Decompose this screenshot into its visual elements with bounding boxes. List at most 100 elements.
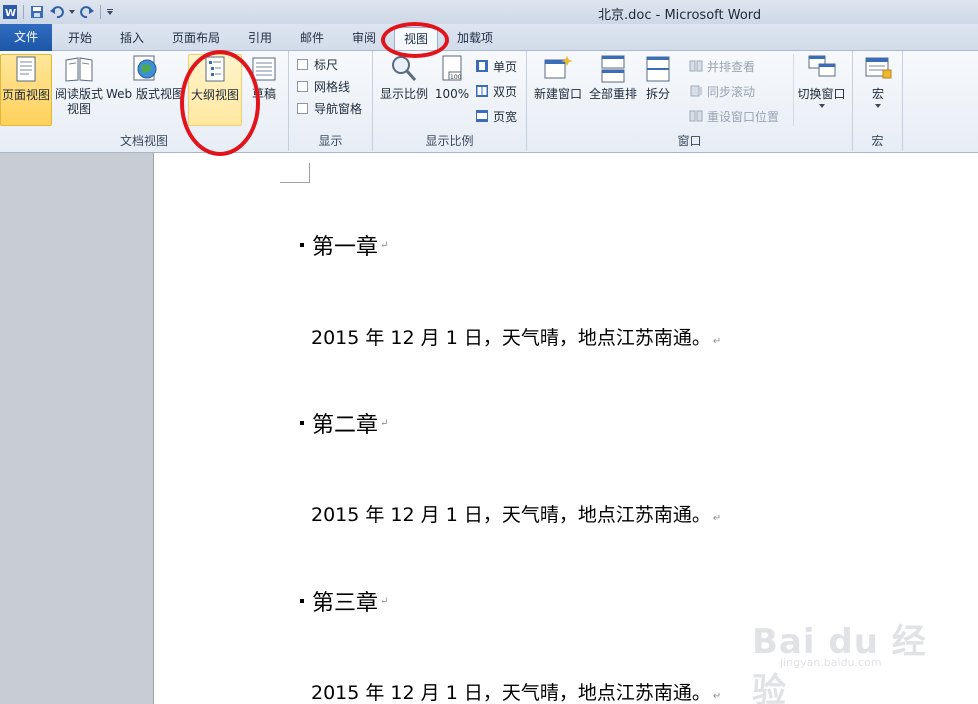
- svg-text:W: W: [5, 8, 16, 19]
- one-page-icon: [476, 60, 488, 72]
- two-pages-button[interactable]: 双页: [475, 82, 517, 100]
- group-macros: 宏 宏: [853, 51, 903, 151]
- zoom-label: 显示比例: [379, 87, 428, 101]
- paragraph-mark: ↵: [712, 691, 722, 702]
- checkbox-box: [297, 102, 308, 114]
- gridlines-label: 网格线: [314, 79, 351, 94]
- new-window-label: 新建窗口: [533, 87, 582, 101]
- redo-icon[interactable]: [77, 2, 97, 22]
- side-by-side-icon: [689, 60, 703, 72]
- tab-page-layout[interactable]: 页面布局: [166, 27, 226, 50]
- customize-qat-icon[interactable]: [104, 2, 116, 22]
- paragraph-mark: ↵: [380, 239, 389, 251]
- reset-position-icon: [689, 110, 703, 122]
- sync-scroll-label: 同步滚动: [707, 84, 756, 99]
- ruler-checkbox[interactable]: 标尺: [297, 55, 338, 73]
- group-label-show: 显示: [318, 134, 343, 148]
- ribbon-tabs: 文件 开始 插入 页面布局 引用 邮件 审阅 视图 加载项: [0, 24, 978, 51]
- heading-text: 第二章: [312, 413, 379, 438]
- qat-separator: [23, 5, 24, 19]
- switch-windows-button[interactable]: 切换窗口: [793, 54, 849, 126]
- tab-file[interactable]: 文件: [0, 24, 52, 51]
- page-width-icon: [476, 110, 488, 122]
- side-by-side-button[interactable]: 并排查看: [689, 57, 755, 75]
- paragraph-3[interactable]: 2015 年 12 月 1 日，天气晴，地点江苏南通。 ↵: [311, 678, 721, 704]
- chevron-down-icon: [818, 104, 825, 108]
- split-label: 拆分: [645, 87, 670, 101]
- switch-windows-icon: [808, 55, 835, 77]
- print-layout-label: 页面视图: [1, 88, 50, 102]
- paragraph-mark: ↵: [380, 417, 389, 429]
- page-width-button[interactable]: 页宽: [475, 107, 517, 125]
- paragraph-text: 2015 年 12 月 1 日，天气晴，地点江苏南通。: [311, 504, 711, 526]
- reading-view-icon: [65, 57, 93, 82]
- tab-mailings[interactable]: 邮件: [292, 27, 332, 50]
- paragraph-2[interactable]: 2015 年 12 月 1 日，天气晴，地点江苏南通。 ↵: [311, 500, 721, 527]
- tab-references[interactable]: 引用: [240, 27, 280, 50]
- margin-crop-mark: [280, 163, 310, 183]
- full-screen-reading-button[interactable]: 阅读版式视图: [54, 54, 104, 126]
- one-page-label: 单页: [493, 59, 518, 74]
- paragraph-text: 2015 年 12 月 1 日，天气晴，地点江苏南通。: [311, 682, 711, 704]
- paragraph-mark: ↵: [712, 513, 722, 524]
- web-layout-button[interactable]: Web 版式视图: [106, 54, 184, 126]
- arrange-all-button[interactable]: 全部重排: [587, 54, 639, 126]
- checkbox-box: [297, 58, 308, 70]
- baidu-watermark: Bai du 经验 jingyan.baidu.com: [752, 612, 942, 704]
- zoom-button[interactable]: 显示比例: [377, 54, 431, 126]
- zoom-100-button[interactable]: 100 100%: [433, 54, 471, 126]
- one-page-button[interactable]: 单页: [475, 57, 517, 75]
- svg-text:100: 100: [450, 74, 462, 81]
- heading-1[interactable]: 第一章 ↵: [300, 229, 388, 261]
- watermark-url: jingyan.baidu.com: [780, 656, 882, 669]
- gridlines-checkbox[interactable]: 网格线: [297, 77, 350, 95]
- outline-bullet: [300, 243, 304, 247]
- group-label-window: 窗口: [677, 134, 702, 148]
- ruler-label: 标尺: [314, 57, 339, 72]
- undo-icon[interactable]: [47, 2, 67, 22]
- outline-bullet: [300, 421, 304, 425]
- save-icon[interactable]: [27, 2, 47, 22]
- group-window: 新建窗口 全部重排 拆分 并排查看 同步滚动 重设窗口位置 切换窗口 窗口: [527, 51, 853, 151]
- tab-insert[interactable]: 插入: [112, 27, 152, 50]
- reset-window-position-button[interactable]: 重设窗口位置: [689, 107, 779, 125]
- arrange-all-icon: [601, 55, 625, 83]
- outline-bullet: [300, 599, 304, 603]
- annotation-circle-view-tab: [381, 22, 449, 58]
- heading-2[interactable]: 第二章 ↵: [300, 407, 388, 439]
- reset-window-position-label: 重设窗口位置: [707, 109, 780, 124]
- undo-dropdown-icon[interactable]: [67, 2, 77, 22]
- macros-button[interactable]: 宏: [859, 54, 897, 126]
- full-screen-reading-label: 阅读版式视图: [55, 87, 104, 116]
- switch-windows-label: 切换窗口: [797, 87, 846, 101]
- tab-add-ins[interactable]: 加载项: [450, 27, 500, 50]
- group-label-zoom: 显示比例: [425, 134, 474, 148]
- quick-access-toolbar: W: [0, 2, 116, 22]
- print-layout-button[interactable]: 页面视图: [0, 54, 52, 126]
- paragraph-1[interactable]: 2015 年 12 月 1 日，天气晴，地点江苏南通。 ↵: [311, 323, 721, 350]
- two-pages-label: 双页: [493, 84, 518, 99]
- magnifier-icon: [392, 56, 417, 81]
- arrange-all-label: 全部重排: [588, 87, 637, 101]
- chevron-down-icon: [875, 104, 881, 108]
- paragraph-mark: ↵: [712, 336, 722, 347]
- tab-review[interactable]: 审阅: [344, 27, 384, 50]
- heading-text: 第三章: [312, 591, 379, 616]
- annotation-circle-outline-view: [180, 50, 260, 156]
- nav-pane-checkbox[interactable]: 导航窗格: [297, 99, 362, 117]
- tab-home[interactable]: 开始: [60, 27, 100, 50]
- ribbon: 页面视图 阅读版式视图 Web 版式视图 大纲视图 草稿 文档视图 标尺 网格线…: [0, 51, 978, 153]
- group-label-macros: 宏: [871, 134, 884, 148]
- heading-3[interactable]: 第三章 ↵: [300, 585, 388, 617]
- qat-separator: [100, 5, 101, 19]
- checkbox-box: [297, 80, 308, 92]
- word-logo-icon[interactable]: W: [0, 2, 20, 22]
- sync-scroll-icon: [690, 85, 702, 97]
- macros-label: 宏: [871, 87, 884, 101]
- globe-icon: [133, 55, 157, 81]
- new-window-button[interactable]: 新建窗口: [531, 54, 585, 126]
- group-show: 标尺 网格线 导航窗格 显示: [289, 51, 373, 151]
- paragraph-text: 2015 年 12 月 1 日，天气晴，地点江苏南通。: [311, 327, 711, 349]
- split-button[interactable]: 拆分: [641, 54, 675, 126]
- sync-scroll-button[interactable]: 同步滚动: [689, 82, 755, 100]
